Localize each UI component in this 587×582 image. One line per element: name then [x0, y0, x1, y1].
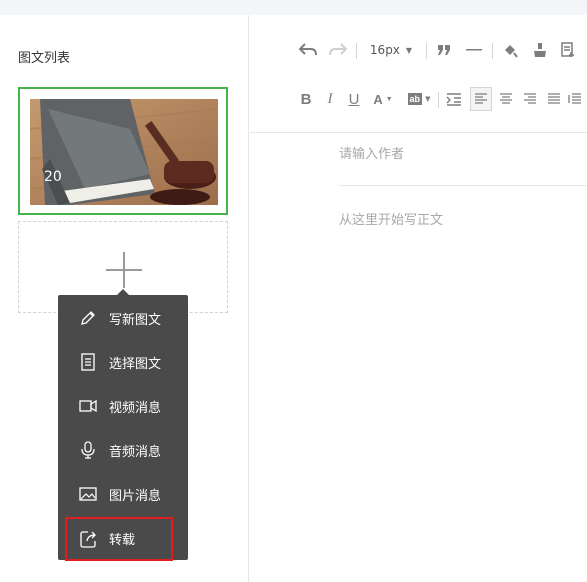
menu-item-image-message[interactable]: 图片消息 [58, 472, 188, 516]
plus-icon [106, 252, 142, 288]
toolbar-separator [356, 43, 357, 59]
top-strip [0, 0, 587, 15]
article-thumbnail: 20 [30, 99, 218, 205]
menu-item-repost[interactable]: 转载 [65, 517, 173, 561]
menu-item-label: 视频消息 [109, 401, 162, 416]
align-center-icon[interactable] [496, 89, 516, 109]
menu-item-video-message[interactable]: 视频消息 [58, 384, 188, 428]
menu-arrow [117, 289, 129, 295]
pencil-icon [78, 308, 98, 328]
indent-icon[interactable] [444, 89, 464, 109]
blockquote-icon[interactable] [434, 40, 454, 60]
menu-item-select-article[interactable]: 选择图文 [58, 340, 188, 384]
menu-item-label: 音频消息 [109, 445, 162, 460]
menu-item-new-article[interactable]: 写新图文 [58, 296, 188, 340]
horizontal-rule-icon[interactable] [464, 40, 484, 60]
video-camera-icon [78, 396, 98, 416]
editor-toolbar: 16px ▼ B I U A ▼ ab ▼ [250, 15, 587, 133]
font-size-select[interactable]: 16px ▼ [366, 40, 416, 60]
microphone-icon [78, 440, 98, 460]
format-brush-icon[interactable] [500, 40, 520, 60]
italic-icon[interactable]: I [322, 89, 338, 109]
undo-icon[interactable] [298, 40, 318, 60]
align-justify-icon[interactable] [544, 89, 564, 109]
font-size-value: 16px [369, 43, 400, 57]
image-icon [78, 484, 98, 504]
redo-icon[interactable] [328, 40, 348, 60]
insert-template-icon[interactable] [558, 40, 578, 60]
menu-item-label: 图片消息 [109, 489, 162, 504]
menu-item-label: 选择图文 [109, 357, 162, 372]
article-list-title: 图文列表 [18, 51, 71, 66]
font-color-icon[interactable]: A ▼ [370, 89, 396, 109]
share-icon [78, 529, 98, 549]
article-card[interactable]: 20 [18, 87, 228, 215]
align-left-icon[interactable] [470, 87, 492, 111]
editor-panel: 16px ▼ B I U A ▼ ab ▼ 请输入作者 从这里开始写正文 [250, 15, 587, 582]
bold-icon[interactable]: B [298, 89, 314, 109]
line-spacing-icon[interactable] [568, 89, 587, 109]
menu-item-label: 写新图文 [109, 313, 162, 328]
document-icon [78, 352, 98, 372]
background-color-icon[interactable]: ab ▼ [404, 89, 434, 109]
menu-item-audio-message[interactable]: 音频消息 [58, 428, 188, 472]
body-editor[interactable]: 从这里开始写正文 [339, 209, 443, 228]
clear-format-icon[interactable] [530, 40, 550, 60]
article-count: 20 [44, 169, 62, 185]
chevron-down-icon: ▼ [405, 45, 413, 55]
author-input[interactable]: 请输入作者 [339, 143, 404, 162]
underline-icon[interactable]: U [346, 89, 362, 109]
toolbar-separator [492, 43, 493, 59]
add-content-menu: 写新图文 选择图文 视频消息 音频消息 图片消息 转载 [58, 289, 188, 561]
toolbar-separator [426, 43, 427, 59]
menu-item-label: 转载 [109, 533, 136, 548]
align-right-icon[interactable] [520, 89, 540, 109]
toolbar-separator [438, 92, 439, 108]
author-divider [339, 185, 587, 186]
